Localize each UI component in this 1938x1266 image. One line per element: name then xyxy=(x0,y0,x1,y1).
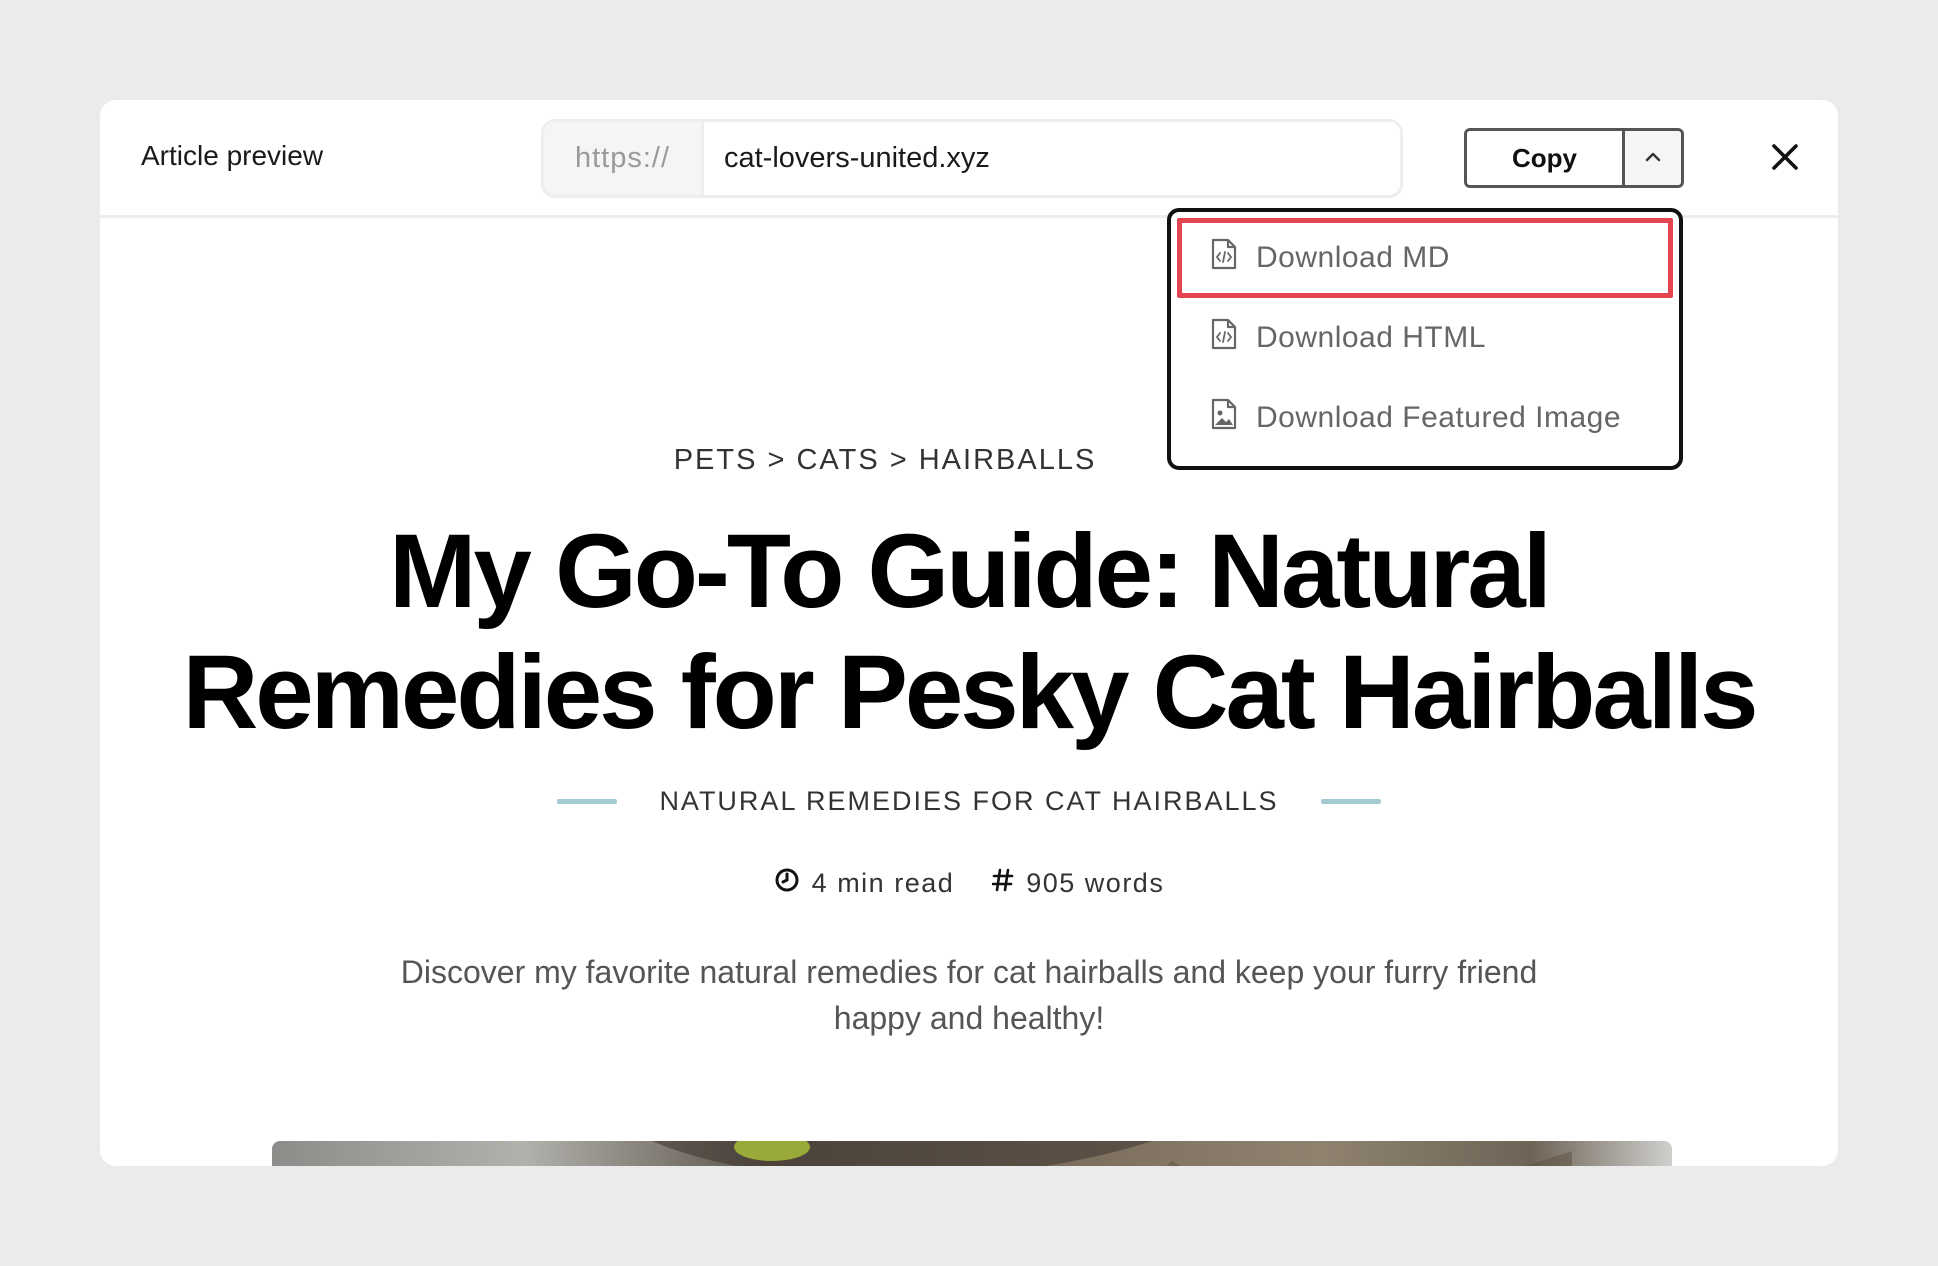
article-subtitle: NATURAL REMEDIES FOR CAT HAIRBALLS xyxy=(659,786,1279,816)
modal-header: Article preview https:// Copy xyxy=(100,100,1838,218)
word-count: 905 words xyxy=(991,867,1165,900)
copy-options-toggle[interactable] xyxy=(1625,131,1681,185)
file-image-icon xyxy=(1210,398,1238,438)
subtitle-divider-left xyxy=(557,799,618,804)
article-description: Discover my favorite natural remedies fo… xyxy=(400,954,1538,1036)
file-code-icon xyxy=(1210,238,1238,278)
chevron-up-icon xyxy=(1644,151,1662,166)
close-icon xyxy=(1770,142,1800,175)
read-time: 4 min read xyxy=(774,867,955,900)
menu-item-download-md[interactable]: Download MD xyxy=(1177,218,1673,298)
featured-image xyxy=(272,1141,1672,1166)
article-title-line-1: My Go-To Guide: Natural xyxy=(389,513,1552,630)
url-field: https:// xyxy=(541,119,1403,198)
hash-icon xyxy=(991,868,1014,899)
menu-item-label: Download Featured Image xyxy=(1256,401,1622,434)
close-button[interactable] xyxy=(1765,138,1805,178)
subtitle-row: NATURAL REMEDIES FOR CAT HAIRBALLS xyxy=(100,786,1838,817)
clock-icon xyxy=(774,867,800,900)
url-input[interactable] xyxy=(704,122,1400,195)
article-title-line-2: Remedies for Pesky Cat Hairballs xyxy=(182,634,1758,751)
menu-item-download-featured-image[interactable]: Download Featured Image xyxy=(1177,378,1673,458)
menu-item-label: Download HTML xyxy=(1256,321,1486,354)
read-time-label: 4 min read xyxy=(811,868,955,898)
url-prefix: https:// xyxy=(544,122,704,195)
copy-button-group: Copy xyxy=(1464,128,1684,188)
modal-title: Article preview xyxy=(141,140,324,171)
menu-item-download-html[interactable]: Download HTML xyxy=(1177,298,1673,378)
subtitle-divider-right xyxy=(1320,799,1381,804)
article-meta: 4 min read 905 words xyxy=(100,867,1838,900)
file-code-icon xyxy=(1210,318,1238,358)
download-menu: Download MD Download HTML Download Featu… xyxy=(1167,208,1683,470)
word-count-label: 905 words xyxy=(1026,868,1165,898)
copy-button[interactable]: Copy xyxy=(1467,131,1625,185)
menu-item-label: Download MD xyxy=(1256,241,1450,274)
article-title: My Go-To Guide: Natural Remedies for Pes… xyxy=(100,511,1838,753)
